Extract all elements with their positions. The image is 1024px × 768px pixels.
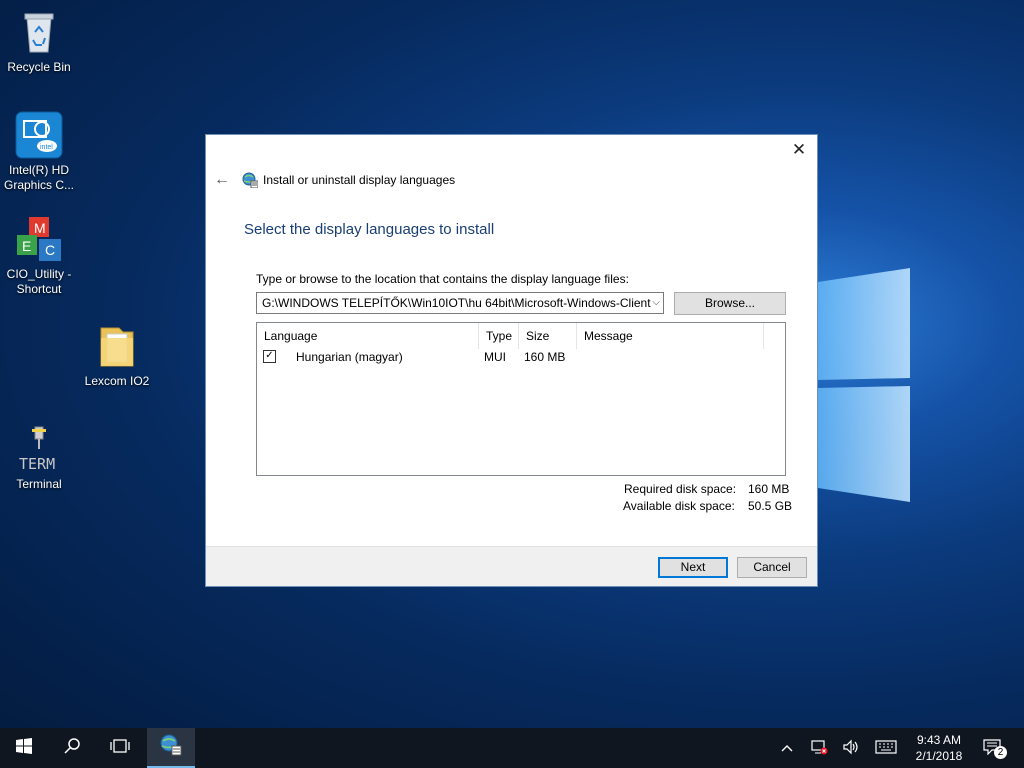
desktop-icon-label: Intel(R) HD Graphics C... <box>3 163 75 192</box>
cancel-button[interactable]: Cancel <box>737 557 807 578</box>
desktop-icon-label: Terminal <box>16 477 62 491</box>
task-view-button[interactable] <box>96 728 144 768</box>
language-checkbox[interactable]: ✓ <box>263 350 276 363</box>
volume-button[interactable] <box>838 728 864 768</box>
task-view-icon <box>110 738 130 759</box>
back-arrow-icon: ← <box>214 171 230 188</box>
network-disconnected-icon <box>810 739 828 758</box>
available-disk-value: 50.5 GB <box>748 499 793 513</box>
speaker-icon <box>842 739 860 758</box>
cell-size: 160 MB <box>524 350 566 364</box>
recycle-bin-icon <box>15 8 63 56</box>
dialog-title: Install or uninstall display languages <box>263 173 456 187</box>
notification-count-badge: 2 <box>994 746 1007 759</box>
clock-date: 2/1/2018 <box>915 749 963 763</box>
close-button[interactable]: ✕ <box>787 139 811 161</box>
checkmark-icon: ✓ <box>265 350 274 361</box>
table-row[interactable]: ✓ Hungarian (magyar) MUI 160 MB <box>257 349 785 369</box>
close-icon: ✕ <box>791 140 807 159</box>
desktop-icon-label: Recycle Bin <box>7 60 71 74</box>
wallpaper-windows-logo <box>818 262 914 510</box>
chevron-down-icon[interactable]: ⌵ <box>652 293 660 313</box>
path-value: G:\WINDOWS TELEPÍTŐK\Win10IOT\hu 64bit\M… <box>262 296 651 310</box>
keyboard-icon <box>875 739 897 757</box>
cell-language: Hungarian (magyar) <box>296 350 403 364</box>
browse-button[interactable]: Browse... <box>674 292 786 315</box>
intel-graphics-icon: intel <box>15 111 63 159</box>
svg-text:M: M <box>34 220 46 236</box>
network-status-button[interactable] <box>806 728 832 768</box>
taskbar-app-language-installer[interactable] <box>147 728 195 768</box>
column-header-size[interactable]: Size <box>519 323 577 349</box>
install-languages-dialog: ✕ ← Install or uninstall display languag… <box>205 134 818 587</box>
folder-icon <box>93 322 141 370</box>
column-header-message[interactable]: Message <box>577 323 764 349</box>
clock-time: 9:43 AM <box>916 733 962 747</box>
windows-logo-icon <box>16 737 32 759</box>
column-header-type[interactable]: Type <box>479 323 519 349</box>
language-table: Language Type Size Message ✓ Hungarian (… <box>256 322 786 476</box>
svg-text:C: C <box>45 242 55 258</box>
search-button[interactable] <box>48 728 96 768</box>
required-disk-label: Required disk space: <box>624 482 737 496</box>
path-prompt: Type or browse to the location that cont… <box>256 272 629 286</box>
svg-text:TERM: TERM <box>19 455 55 473</box>
desktop-icon-intel-graphics[interactable]: intel Intel(R) HD Graphics C... <box>0 111 79 193</box>
clock[interactable]: 9:43 AM 2/1/2018 <box>906 732 972 764</box>
notification-icon: 2 <box>983 739 1007 759</box>
action-center-button[interactable]: 2 <box>978 728 1010 768</box>
search-icon <box>64 737 80 759</box>
required-disk-value: 160 MB <box>748 482 790 496</box>
desktop-icon-lexcom-io2[interactable]: Lexcom IO2 <box>77 322 157 389</box>
taskbar: 9:43 AM 2/1/2018 2 <box>0 728 1024 768</box>
column-header-language[interactable]: Language <box>257 323 479 349</box>
desktop-icon-label: CIO_Utility - Shortcut <box>6 267 72 296</box>
dialog-footer: Next Cancel <box>206 546 817 586</box>
chevron-up-icon <box>781 741 793 755</box>
available-disk-label: Available disk space: <box>623 499 735 513</box>
cio-utility-icon: M E C <box>15 215 63 263</box>
svg-text:E: E <box>22 238 31 254</box>
desktop-icon-cio-utility[interactable]: M E C CIO_Utility - Shortcut <box>0 215 79 297</box>
cell-type: MUI <box>484 350 506 364</box>
touch-keyboard-button[interactable] <box>870 728 902 768</box>
show-hidden-icons-button[interactable] <box>776 728 798 768</box>
path-combobox[interactable]: G:\WINDOWS TELEPÍTŐK\Win10IOT\hu 64bit\M… <box>256 292 664 314</box>
desktop-icon-label: Lexcom IO2 <box>84 374 150 388</box>
language-globe-icon <box>160 734 182 761</box>
desktop-icon-terminal[interactable]: TERM Terminal <box>0 425 79 492</box>
back-button[interactable]: ← <box>214 171 236 189</box>
next-button[interactable]: Next <box>658 557 728 578</box>
start-button[interactable] <box>0 728 48 768</box>
page-heading: Select the display languages to install <box>244 221 495 238</box>
terminal-icon: TERM <box>15 425 63 473</box>
svg-text:intel: intel <box>40 144 53 151</box>
desktop-icon-recycle-bin[interactable]: Recycle Bin <box>0 8 79 75</box>
table-header: Language Type Size Message <box>257 323 785 349</box>
language-globe-icon <box>242 172 259 189</box>
